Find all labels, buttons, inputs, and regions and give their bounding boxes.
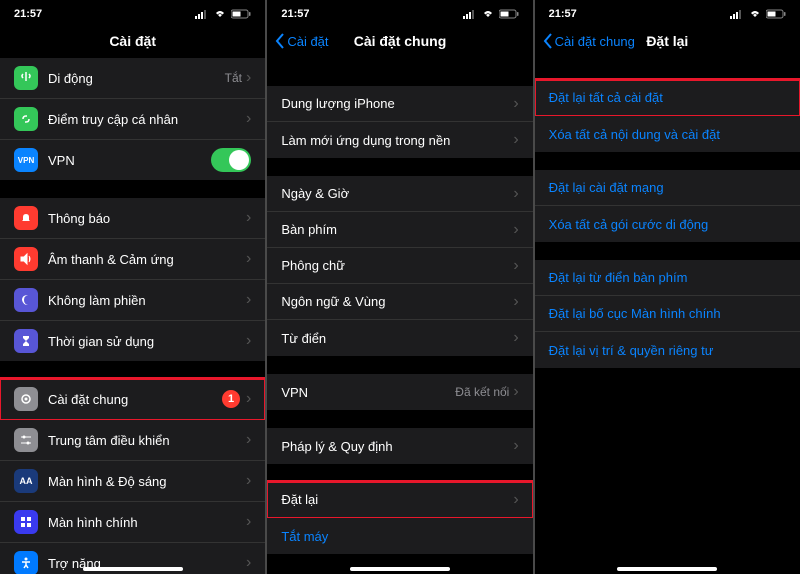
status-icons	[463, 9, 519, 19]
switches-icon	[14, 428, 38, 452]
grid-icon	[14, 510, 38, 534]
chevron-right-icon: ›	[513, 95, 518, 113]
row-dnd[interactable]: Không làm phiền›	[0, 280, 265, 321]
chevron-right-icon: ›	[246, 110, 251, 128]
status-bar: 21:57	[267, 4, 532, 24]
reset-content[interactable]: Đặt lại tất cả cài đặt Xóa tất cả nội du…	[535, 58, 800, 574]
chevron-right-icon: ›	[246, 332, 251, 350]
row-screentime[interactable]: Thời gian sử dụng›	[0, 321, 265, 361]
chevron-right-icon: ›	[246, 554, 251, 572]
vpn-icon: VPN	[14, 148, 38, 172]
chevron-right-icon: ›	[246, 69, 251, 87]
screen-general: 21:57 Cài đặt Cài đặt chung Dung lượng i…	[267, 0, 532, 574]
home-indicator[interactable]	[83, 567, 183, 571]
battery-icon	[766, 9, 786, 19]
chevron-left-icon	[543, 33, 553, 49]
chevron-right-icon: ›	[513, 383, 518, 401]
row-fonts[interactable]: Phông chữ›	[267, 248, 532, 284]
status-icons	[730, 9, 786, 19]
row-reset-keyboard-dict[interactable]: Đặt lại từ điển bàn phím	[535, 260, 800, 296]
display-icon: AA	[14, 469, 38, 493]
row-language[interactable]: Ngôn ngữ & Vùng›	[267, 284, 532, 320]
antenna-icon	[14, 66, 38, 90]
chevron-right-icon: ›	[513, 257, 518, 275]
status-time: 21:57	[14, 8, 42, 20]
wifi-icon	[748, 9, 762, 19]
bell-icon	[14, 206, 38, 230]
signal-icon	[195, 9, 209, 19]
row-display[interactable]: AAMàn hình & Độ sáng›	[0, 461, 265, 502]
status-time: 21:57	[549, 8, 577, 20]
status-bar: 21:57	[0, 4, 265, 24]
home-indicator[interactable]	[350, 567, 450, 571]
chevron-right-icon: ›	[246, 390, 251, 408]
battery-icon	[499, 9, 519, 19]
badge-count: 1	[222, 390, 240, 408]
status-bar: 21:57	[535, 4, 800, 24]
status-icons	[195, 9, 251, 19]
wifi-icon	[213, 9, 227, 19]
row-hotspot[interactable]: Điểm truy cập cá nhân›	[0, 99, 265, 140]
signal-icon	[463, 9, 477, 19]
home-indicator[interactable]	[617, 567, 717, 571]
row-vpn[interactable]: VPNVPN	[0, 140, 265, 180]
settings-content[interactable]: Di độngTắt› Điểm truy cập cá nhân› VPNVP…	[0, 58, 265, 574]
accessibility-icon	[14, 551, 38, 574]
chevron-right-icon: ›	[513, 329, 518, 347]
battery-icon	[231, 9, 251, 19]
row-reset-homescreen-layout[interactable]: Đặt lại bố cục Màn hình chính	[535, 296, 800, 332]
row-storage[interactable]: Dung lượng iPhone›	[267, 86, 532, 122]
chevron-right-icon: ›	[513, 131, 518, 149]
chevron-right-icon: ›	[513, 221, 518, 239]
back-button[interactable]: Cài đặt chung	[543, 33, 635, 49]
row-homescreen[interactable]: Màn hình chính›	[0, 502, 265, 543]
nav-header: Cài đặt Cài đặt chung	[267, 24, 532, 58]
row-vpn-settings[interactable]: VPNĐã kết nối›	[267, 374, 532, 410]
hourglass-icon	[14, 329, 38, 353]
chevron-right-icon: ›	[246, 472, 251, 490]
link-icon	[14, 107, 38, 131]
chevron-right-icon: ›	[246, 431, 251, 449]
chevron-right-icon: ›	[246, 250, 251, 268]
chevron-left-icon	[275, 33, 285, 49]
row-sounds[interactable]: Âm thanh & Cảm ứng›	[0, 239, 265, 280]
row-background-refresh[interactable]: Làm mới ứng dụng trong nền›	[267, 122, 532, 158]
chevron-right-icon: ›	[513, 185, 518, 203]
chevron-right-icon: ›	[513, 293, 518, 311]
chevron-right-icon: ›	[513, 491, 518, 509]
row-cellular[interactable]: Di độngTắt›	[0, 58, 265, 99]
row-reset-cellular[interactable]: Xóa tất cả gói cước di động	[535, 206, 800, 242]
row-reset[interactable]: Đặt lại›	[267, 482, 532, 518]
row-reset-location-privacy[interactable]: Đặt lại vị trí & quyền riêng tư	[535, 332, 800, 368]
row-erase-all[interactable]: Xóa tất cả nội dung và cài đặt	[535, 116, 800, 152]
row-reset-all-settings[interactable]: Đặt lại tất cả cài đặt	[535, 80, 800, 116]
row-keyboard[interactable]: Bàn phím›	[267, 212, 532, 248]
speaker-icon	[14, 247, 38, 271]
row-general[interactable]: Cài đặt chung1›	[0, 379, 265, 420]
nav-title: Cài đặt	[0, 33, 265, 49]
row-legal[interactable]: Pháp lý & Quy định›	[267, 428, 532, 464]
row-reset-network[interactable]: Đặt lại cài đặt mạng	[535, 170, 800, 206]
signal-icon	[730, 9, 744, 19]
nav-header: Cài đặt	[0, 24, 265, 58]
chevron-right-icon: ›	[246, 209, 251, 227]
moon-icon	[14, 288, 38, 312]
row-dictionary[interactable]: Từ điển›	[267, 320, 532, 356]
status-time: 21:57	[281, 8, 309, 20]
nav-header: Cài đặt chung Đặt lại	[535, 24, 800, 58]
wifi-icon	[481, 9, 495, 19]
screen-reset: 21:57 Cài đặt chung Đặt lại Đặt lại tất …	[535, 0, 800, 574]
screen-settings: 21:57 Cài đặt Di độngTắt› Điểm truy cập …	[0, 0, 265, 574]
back-button[interactable]: Cài đặt	[275, 33, 328, 49]
row-datetime[interactable]: Ngày & Giờ›	[267, 176, 532, 212]
row-control-center[interactable]: Trung tâm điều khiển›	[0, 420, 265, 461]
row-notifications[interactable]: Thông báo›	[0, 198, 265, 239]
chevron-right-icon: ›	[246, 291, 251, 309]
row-shutdown[interactable]: Tắt máy	[267, 518, 532, 554]
chevron-right-icon: ›	[513, 437, 518, 455]
gear-icon	[14, 387, 38, 411]
chevron-right-icon: ›	[246, 513, 251, 531]
vpn-toggle[interactable]	[211, 148, 251, 172]
general-content[interactable]: Dung lượng iPhone› Làm mới ứng dụng tron…	[267, 58, 532, 574]
